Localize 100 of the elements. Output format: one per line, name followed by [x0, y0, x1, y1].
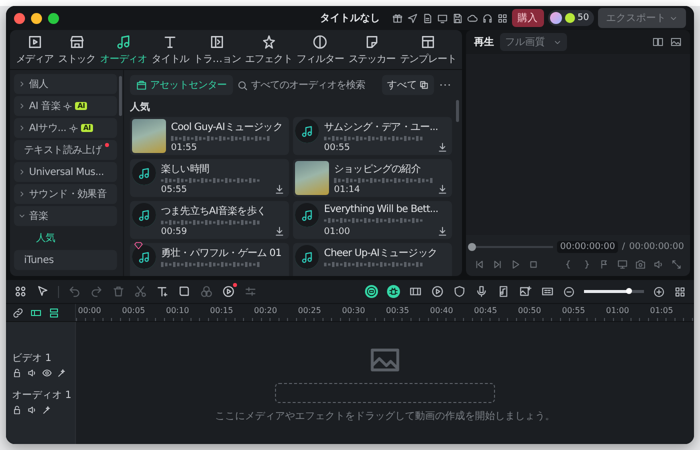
- eye-icon[interactable]: [42, 368, 52, 378]
- wand-icon[interactable]: [42, 405, 52, 415]
- layout-icon[interactable]: [674, 286, 686, 298]
- sidebar-item[interactable]: テキスト読み上げ: [14, 140, 117, 160]
- flag-icon[interactable]: [599, 259, 610, 270]
- download-icon[interactable]: [274, 184, 285, 195]
- speaker-icon[interactable]: [27, 368, 37, 378]
- download-icon[interactable]: [274, 226, 285, 237]
- sidebar-item[interactable]: 個人: [14, 74, 117, 94]
- previous-frame-icon[interactable]: [474, 259, 485, 270]
- four-dots-icon[interactable]: [14, 285, 27, 298]
- audio-title: つま先立ちAI音楽を歩く: [161, 204, 266, 218]
- gift-icon[interactable]: [392, 12, 403, 24]
- play-icon[interactable]: [510, 259, 521, 270]
- track-stack-icon[interactable]: [48, 306, 60, 318]
- scrollbar[interactable]: [456, 100, 459, 122]
- ruler-time-label: 01:05: [650, 306, 674, 315]
- audio-card[interactable]: 楽しい時間 05:55: [130, 159, 289, 197]
- tab[interactable]: オーディオ: [98, 32, 149, 68]
- next-frame-icon[interactable]: [492, 259, 503, 270]
- microphone-icon[interactable]: [475, 285, 488, 298]
- filter-button[interactable]: すべて: [382, 75, 434, 95]
- bug-icon[interactable]: [387, 285, 400, 298]
- sidebar-item[interactable]: 音楽: [14, 206, 117, 226]
- audio-card[interactable]: Cool Guy-AIミュージック 01:55: [130, 117, 289, 155]
- split-view-icon[interactable]: [652, 36, 664, 48]
- minimize-button[interactable]: [31, 12, 42, 24]
- sidebar-item[interactable]: サウンド・効果音: [14, 184, 117, 204]
- zoom-out-icon[interactable]: [563, 286, 575, 298]
- apps-icon[interactable]: [496, 12, 508, 24]
- credits-pill[interactable]: 50: [548, 10, 594, 26]
- ruler-time-label: 01:00: [606, 306, 630, 315]
- caption-icon[interactable]: [541, 285, 554, 298]
- audio-card[interactable]: サムシング・デア・ユー... 00:55: [293, 117, 452, 155]
- crop-icon[interactable]: [178, 285, 191, 298]
- duration: 01:00: [324, 226, 350, 236]
- tab[interactable]: エフェクト: [243, 32, 294, 68]
- fullscreen-icon[interactable]: [671, 259, 682, 270]
- zoom-in-icon[interactable]: [653, 286, 665, 298]
- lock-icon[interactable]: [12, 368, 22, 378]
- audio-title: 勇壮・パワフル・ゲーム 01: [161, 246, 282, 260]
- text-icon[interactable]: [156, 285, 169, 298]
- drop-zone[interactable]: [275, 383, 495, 403]
- save-icon[interactable]: [452, 12, 463, 24]
- speaker-icon[interactable]: [27, 405, 37, 415]
- ruler-time-label: 00:10: [166, 306, 190, 315]
- camera-icon[interactable]: [635, 259, 646, 270]
- close-button[interactable]: [14, 12, 25, 24]
- tab[interactable]: タイトル: [150, 32, 191, 68]
- image-icon[interactable]: [670, 36, 682, 48]
- zoom-slider[interactable]: [584, 290, 644, 293]
- total-time: 00:00:00:00: [629, 242, 684, 252]
- tab[interactable]: テンプレート: [398, 32, 458, 68]
- image-plus-icon[interactable]: [519, 285, 532, 298]
- lock-icon[interactable]: [12, 405, 22, 415]
- play-circle-icon[interactable]: [222, 285, 235, 298]
- sidebar-subitem[interactable]: 人気: [14, 228, 117, 248]
- coin-icon: [564, 13, 575, 23]
- media-icon: [26, 34, 43, 50]
- zoom-button[interactable]: [48, 12, 59, 24]
- ruler-time-label: 00:30: [342, 306, 366, 315]
- sidebar-item[interactable]: iTunes: [14, 250, 117, 270]
- audio-card[interactable]: つま先立ちAI音楽を歩く 00:59: [130, 201, 289, 239]
- document-icon[interactable]: [422, 12, 433, 24]
- buy-button[interactable]: 購入: [512, 9, 544, 27]
- download-icon[interactable]: [437, 226, 448, 237]
- scrollbar[interactable]: [119, 76, 122, 116]
- download-icon[interactable]: [437, 142, 448, 153]
- audio-card[interactable]: Everything Will be Bett... 01:00: [293, 201, 452, 239]
- tab[interactable]: ストック: [56, 32, 98, 68]
- audio-card[interactable]: Cheer Up-AIミュージック: [293, 243, 452, 276]
- tab[interactable]: トラ…ョン: [192, 32, 242, 68]
- music-file-icon[interactable]: [497, 285, 510, 298]
- audio-card[interactable]: 勇壮・パワフル・ゲーム 01: [130, 243, 289, 276]
- headset-icon[interactable]: [482, 12, 493, 24]
- download-icon[interactable]: [437, 184, 448, 195]
- sidebar-item[interactable]: Universal Mus...: [14, 162, 117, 182]
- search-field[interactable]: すべてのオーディオを検索: [236, 80, 378, 90]
- play-circle-icon[interactable]: [431, 285, 444, 298]
- pointer-icon[interactable]: [36, 285, 49, 298]
- time-ruler[interactable]: 00:00 00:05 00:10 00:15 00:20 00:25 00:30 00:35 00:40 00:45 00:50 00:55 01:00 01:05: [76, 304, 694, 321]
- monitor-icon[interactable]: [436, 12, 448, 24]
- asset-center-button[interactable]: アセットセンター: [130, 75, 233, 95]
- wand-icon[interactable]: [57, 368, 67, 378]
- link-icon[interactable]: [12, 306, 24, 318]
- send-icon[interactable]: [406, 12, 418, 24]
- tab[interactable]: フィルター: [294, 32, 346, 68]
- display-icon[interactable]: [617, 259, 628, 270]
- stop-icon[interactable]: [528, 259, 539, 270]
- window-title: タイトルなし: [320, 12, 380, 25]
- playback-tab[interactable]: 再生: [474, 35, 494, 49]
- slider-thumb[interactable]: [468, 243, 476, 251]
- shield-icon[interactable]: [453, 285, 466, 298]
- quality-dropdown[interactable]: フル画質: [500, 33, 567, 51]
- ruler-time-label: 00:20: [254, 306, 278, 315]
- tab[interactable]: メディア: [14, 32, 56, 68]
- cloud-icon[interactable]: [466, 12, 478, 24]
- film-icon[interactable]: [409, 285, 422, 298]
- tab[interactable]: ステッカー: [346, 32, 398, 68]
- audio-card[interactable]: ショッピングの紹介 01:14: [293, 159, 452, 197]
